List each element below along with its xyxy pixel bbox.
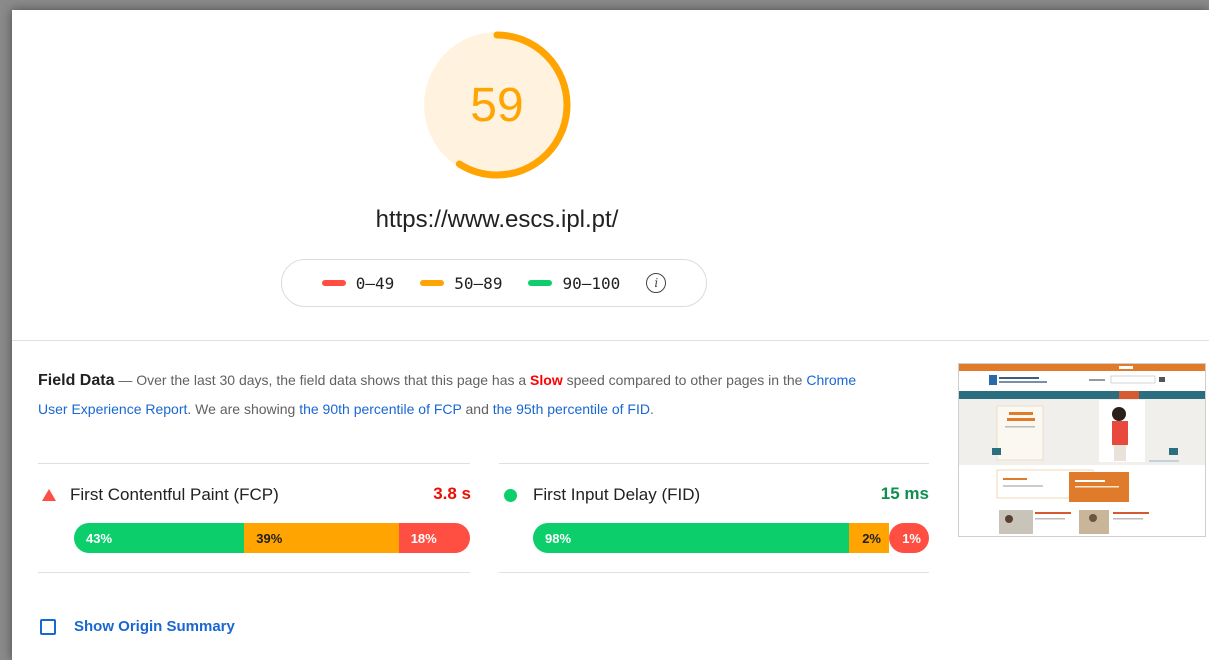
show-origin-summary-toggle[interactable]: Show Origin Summary: [40, 618, 235, 635]
field-text-2: speed compared to other pages in the: [562, 372, 807, 388]
score-legend: 0–49 50–89 90–100 i: [281, 259, 707, 307]
field-data-title: Field Data: [38, 372, 115, 389]
fid-label: First Input Delay (FID): [533, 485, 701, 504]
show-origin-summary-label: Show Origin Summary: [74, 618, 235, 635]
legend-item-fail: 0–49: [321, 273, 395, 293]
field-dash: —: [114, 372, 137, 388]
screenshot-image: [959, 364, 1205, 534]
metric-divider: [499, 463, 929, 464]
field-text-4: and: [461, 401, 493, 417]
fid-metric-header: First Input Delay (FID): [504, 484, 700, 506]
info-icon[interactable]: i: [646, 273, 667, 293]
fcp-segment-fast: 43%: [74, 523, 245, 553]
field-data-summary: Field Data — Over the last 30 days, the …: [38, 366, 878, 423]
fcp-segment-average: 39%: [244, 523, 399, 553]
field-text-1: Over the last 30 days, the field data sh…: [136, 372, 531, 388]
fcp-distribution-bar: 43% 39% 18%: [74, 523, 470, 553]
speed-label: Slow: [530, 372, 563, 388]
legend-swatch-red: [321, 280, 346, 286]
fcp-label: First Contentful Paint (FCP): [70, 485, 279, 504]
report-card: 59 https://www.escs.ipl.pt/ 0–49 50–89 9…: [12, 10, 1209, 660]
fid-percentile-link[interactable]: the 95th percentile of FID: [493, 401, 650, 417]
fcp-segment-slow: 18%: [398, 523, 470, 553]
metric-divider: [38, 463, 470, 464]
legend-label: 0–49: [355, 273, 395, 293]
metric-divider: [38, 572, 470, 573]
legend-label: 50–89: [454, 273, 503, 293]
fcp-percentile-link[interactable]: the 90th percentile of FCP: [299, 401, 461, 417]
legend-item-pass: 90–100: [528, 274, 620, 293]
legend-label: 90–100: [562, 273, 621, 293]
fcp-value: 3.8 s: [433, 484, 471, 503]
checkbox-icon[interactable]: [40, 618, 56, 635]
fcp-metric-header: First Contentful Paint (FCP): [42, 484, 279, 506]
fid-distribution-bar: 98% 2% 1%: [533, 523, 929, 553]
page-url: https://www.escs.ipl.pt/: [375, 206, 619, 233]
fid-segment-fast: 98%: [533, 523, 849, 553]
fid-segment-average: 2%: [849, 523, 889, 553]
performance-score: 59: [470, 78, 524, 132]
legend-swatch-green: [528, 280, 553, 286]
legend-swatch-orange: [420, 280, 445, 286]
page-screenshot-thumbnail: [958, 363, 1206, 537]
score-gauge: 59: [419, 27, 575, 183]
metric-divider: [499, 572, 929, 573]
fid-segment-slow: 1%: [889, 523, 929, 553]
section-divider: [12, 340, 1209, 341]
field-text-3: . We are showing: [187, 401, 300, 417]
triangle-icon: [42, 489, 56, 501]
fid-value: 15 ms: [880, 484, 929, 503]
circle-icon: [504, 488, 517, 502]
legend-item-average: 50–89: [420, 274, 502, 293]
field-text-5: .: [649, 401, 654, 417]
